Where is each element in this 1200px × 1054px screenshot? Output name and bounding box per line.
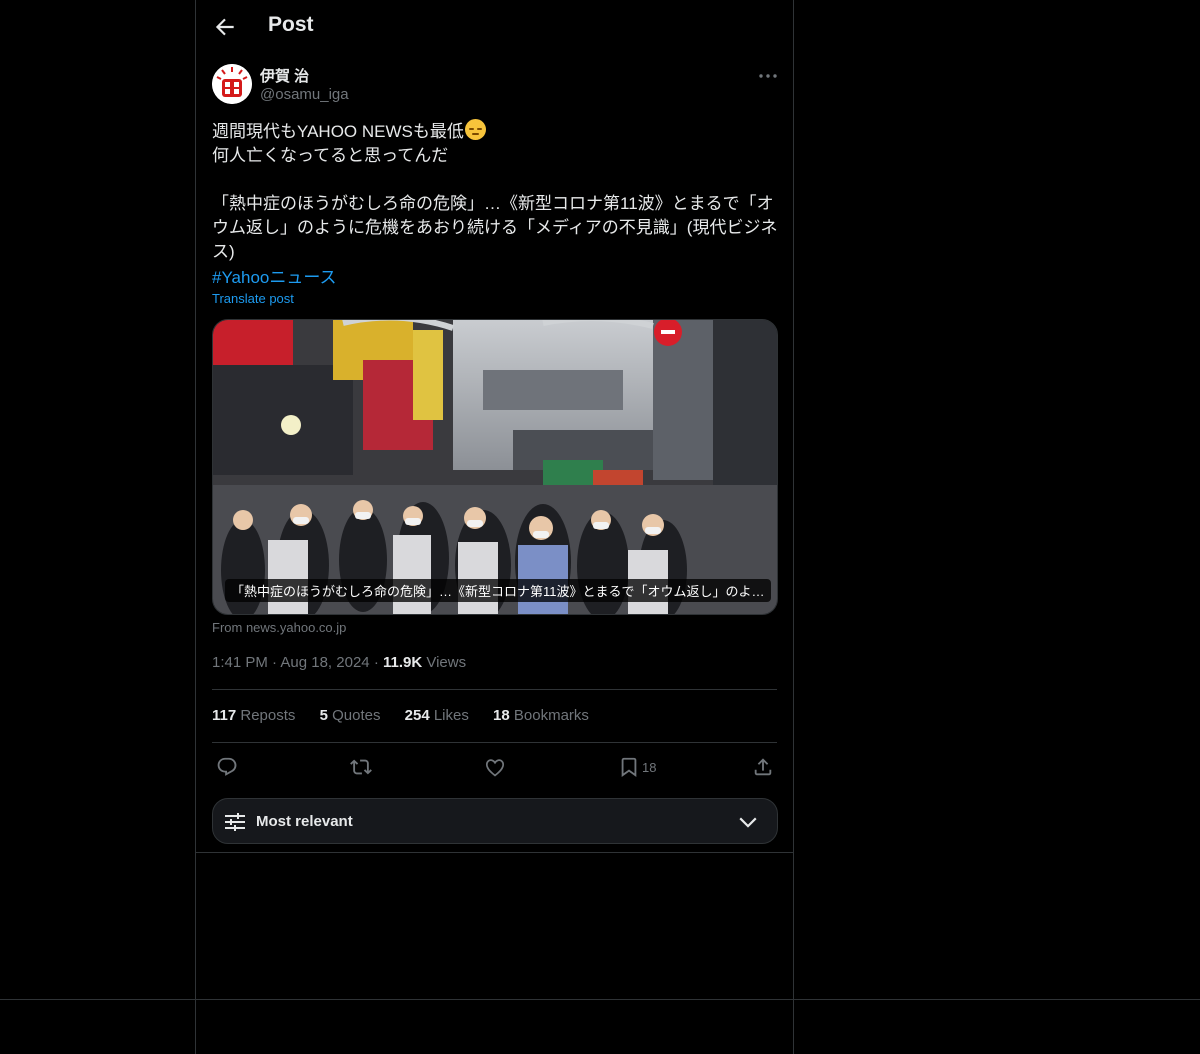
meta-separator: · [373, 654, 383, 671]
post-text-quote: 「熱中症のほうがむしろ命の危険」…《新型コロナ第11波》とまるで「オウム返し」の… [212, 194, 778, 261]
sort-label: Most relevant [256, 813, 353, 830]
post-text: 週間現代もYAHOO NEWSも最低 何人亡くなってると思ってんだ 「熱中症のほ… [212, 119, 780, 264]
card-image [213, 320, 777, 614]
sort-replies-dropdown[interactable]: Most relevant [212, 798, 778, 844]
post-text-line2: 何人亡くなってると思ってんだ [212, 146, 449, 165]
header: Post [196, 0, 793, 54]
bookmark-icon[interactable]: 18 [618, 756, 656, 780]
views-label: Views [426, 654, 467, 671]
views-count: 11.9K [382, 654, 423, 671]
card-caption: 「熱中症のほうがむしろ命の危険」…《新型コロナ第11波》とまるで「オウム返し」の… [225, 579, 771, 602]
author-name[interactable]: 伊賀 治 [260, 65, 309, 86]
post-text-line1: 週間現代もYAHOO NEWSも最低 [212, 122, 464, 141]
bookmark-count: 18 [642, 760, 657, 775]
post-time[interactable]: 1:41 PM [212, 654, 268, 671]
repost-icon[interactable] [350, 756, 372, 780]
more-icon[interactable] [756, 64, 780, 88]
author-handle[interactable]: @osamu_iga [260, 86, 349, 103]
divider [212, 742, 777, 743]
likes-stat[interactable]: 254 Likes [405, 707, 469, 724]
link-card[interactable]: 「熱中症のほうがむしろ命の危険」…《新型コロナ第11波》とまるで「オウム返し」の… [212, 319, 778, 615]
sliders-icon [225, 813, 245, 831]
post-date[interactable]: Aug 18, 2024 [280, 654, 369, 671]
bookmarks-stat[interactable]: 18 Bookmarks [493, 707, 589, 724]
main-column: Post 伊賀 治 @osamu_iga 週間現代もYAHOO NEWSも最低 … [195, 0, 794, 1054]
divider [212, 689, 777, 690]
post-meta: 1:41 PM · Aug 18, 2024 · 11.9K Views [212, 654, 466, 671]
quotes-stat[interactable]: 5 Quotes [320, 707, 381, 724]
reposts-stat[interactable]: 117 Reposts [212, 707, 295, 724]
like-icon[interactable] [484, 756, 506, 780]
share-icon[interactable] [752, 756, 774, 780]
back-arrow-icon[interactable] [212, 14, 238, 40]
divider [196, 852, 793, 853]
chevron-down-icon [739, 817, 757, 828]
hashtag-link[interactable]: #Yahooニュース [212, 263, 337, 288]
translate-post-link[interactable]: Translate post [212, 291, 294, 306]
page-title: Post [268, 13, 314, 36]
divider [0, 999, 1200, 1000]
reply-icon[interactable] [216, 756, 238, 780]
post-stats: 117 Reposts 5 Quotes 254 Likes 18 Bookma… [212, 707, 609, 724]
avatar[interactable] [212, 64, 252, 104]
card-source[interactable]: From news.yahoo.co.jp [212, 620, 346, 635]
pensive-face-icon [464, 119, 486, 140]
